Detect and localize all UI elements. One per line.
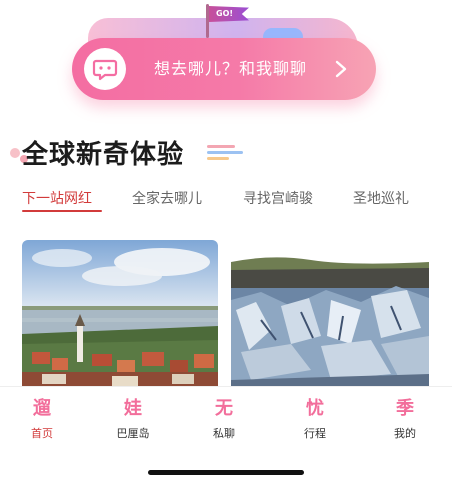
glacier-card[interactable] (231, 240, 429, 388)
river-town-card[interactable] (22, 240, 218, 388)
tab-pilgrimage[interactable]: 圣地巡礼 (353, 188, 409, 208)
banner-text: 想去哪儿？和我聊聊 (154, 59, 308, 78)
chat-banner-button[interactable]: 想去哪儿？和我聊聊 (72, 38, 376, 100)
chat-bubble-icon (84, 48, 126, 90)
go-flag-icon: GO! (209, 6, 249, 22)
section-title: 全球新奇体验 (22, 140, 185, 170)
title-decoration-lines (207, 145, 247, 165)
tab-next-stop-trending[interactable]: 下一站网红 (22, 188, 92, 208)
title-decoration-dot (10, 148, 20, 158)
itinerary-icon: 忧 (306, 398, 324, 419)
chevron-right-icon (335, 60, 347, 78)
nav-profile[interactable]: 季 我的 (375, 397, 435, 441)
tab-family-trip[interactable]: 全家去哪儿 (132, 188, 202, 208)
island-icon: 娃 (124, 398, 142, 419)
home-indicator[interactable] (148, 470, 304, 475)
nav-label-bali: 巴厘岛 (116, 427, 150, 440)
category-tabs: 下一站网红 全家去哪儿 寻找宫崎骏 圣地巡礼 (0, 188, 452, 218)
nav-bali[interactable]: 娃 巴厘岛 (103, 397, 163, 441)
nav-itinerary[interactable]: 忧 行程 (285, 397, 345, 441)
glacier-photo (231, 240, 429, 388)
nav-private-chat[interactable]: 无 私聊 (194, 397, 254, 441)
tab-find-miyazaki[interactable]: 寻找宫崎骏 (243, 188, 313, 208)
river-town-photo (22, 240, 218, 388)
active-tab-indicator (22, 210, 102, 212)
profile-icon: 季 (396, 398, 414, 419)
nav-label-profile: 我的 (394, 427, 416, 440)
flag-pole (206, 4, 209, 38)
nav-home[interactable]: 遛 首页 (12, 397, 72, 441)
chat-icon: 无 (215, 398, 233, 419)
nav-label-home: 首页 (31, 427, 53, 440)
section-header: 全球新奇体验 (0, 128, 452, 178)
top-banner: GO! 想去哪儿？和我聊聊 (58, 4, 388, 116)
nav-label-chat: 私聊 (213, 427, 235, 440)
home-icon: 遛 (33, 398, 51, 419)
nav-label-itinerary: 行程 (304, 427, 326, 440)
